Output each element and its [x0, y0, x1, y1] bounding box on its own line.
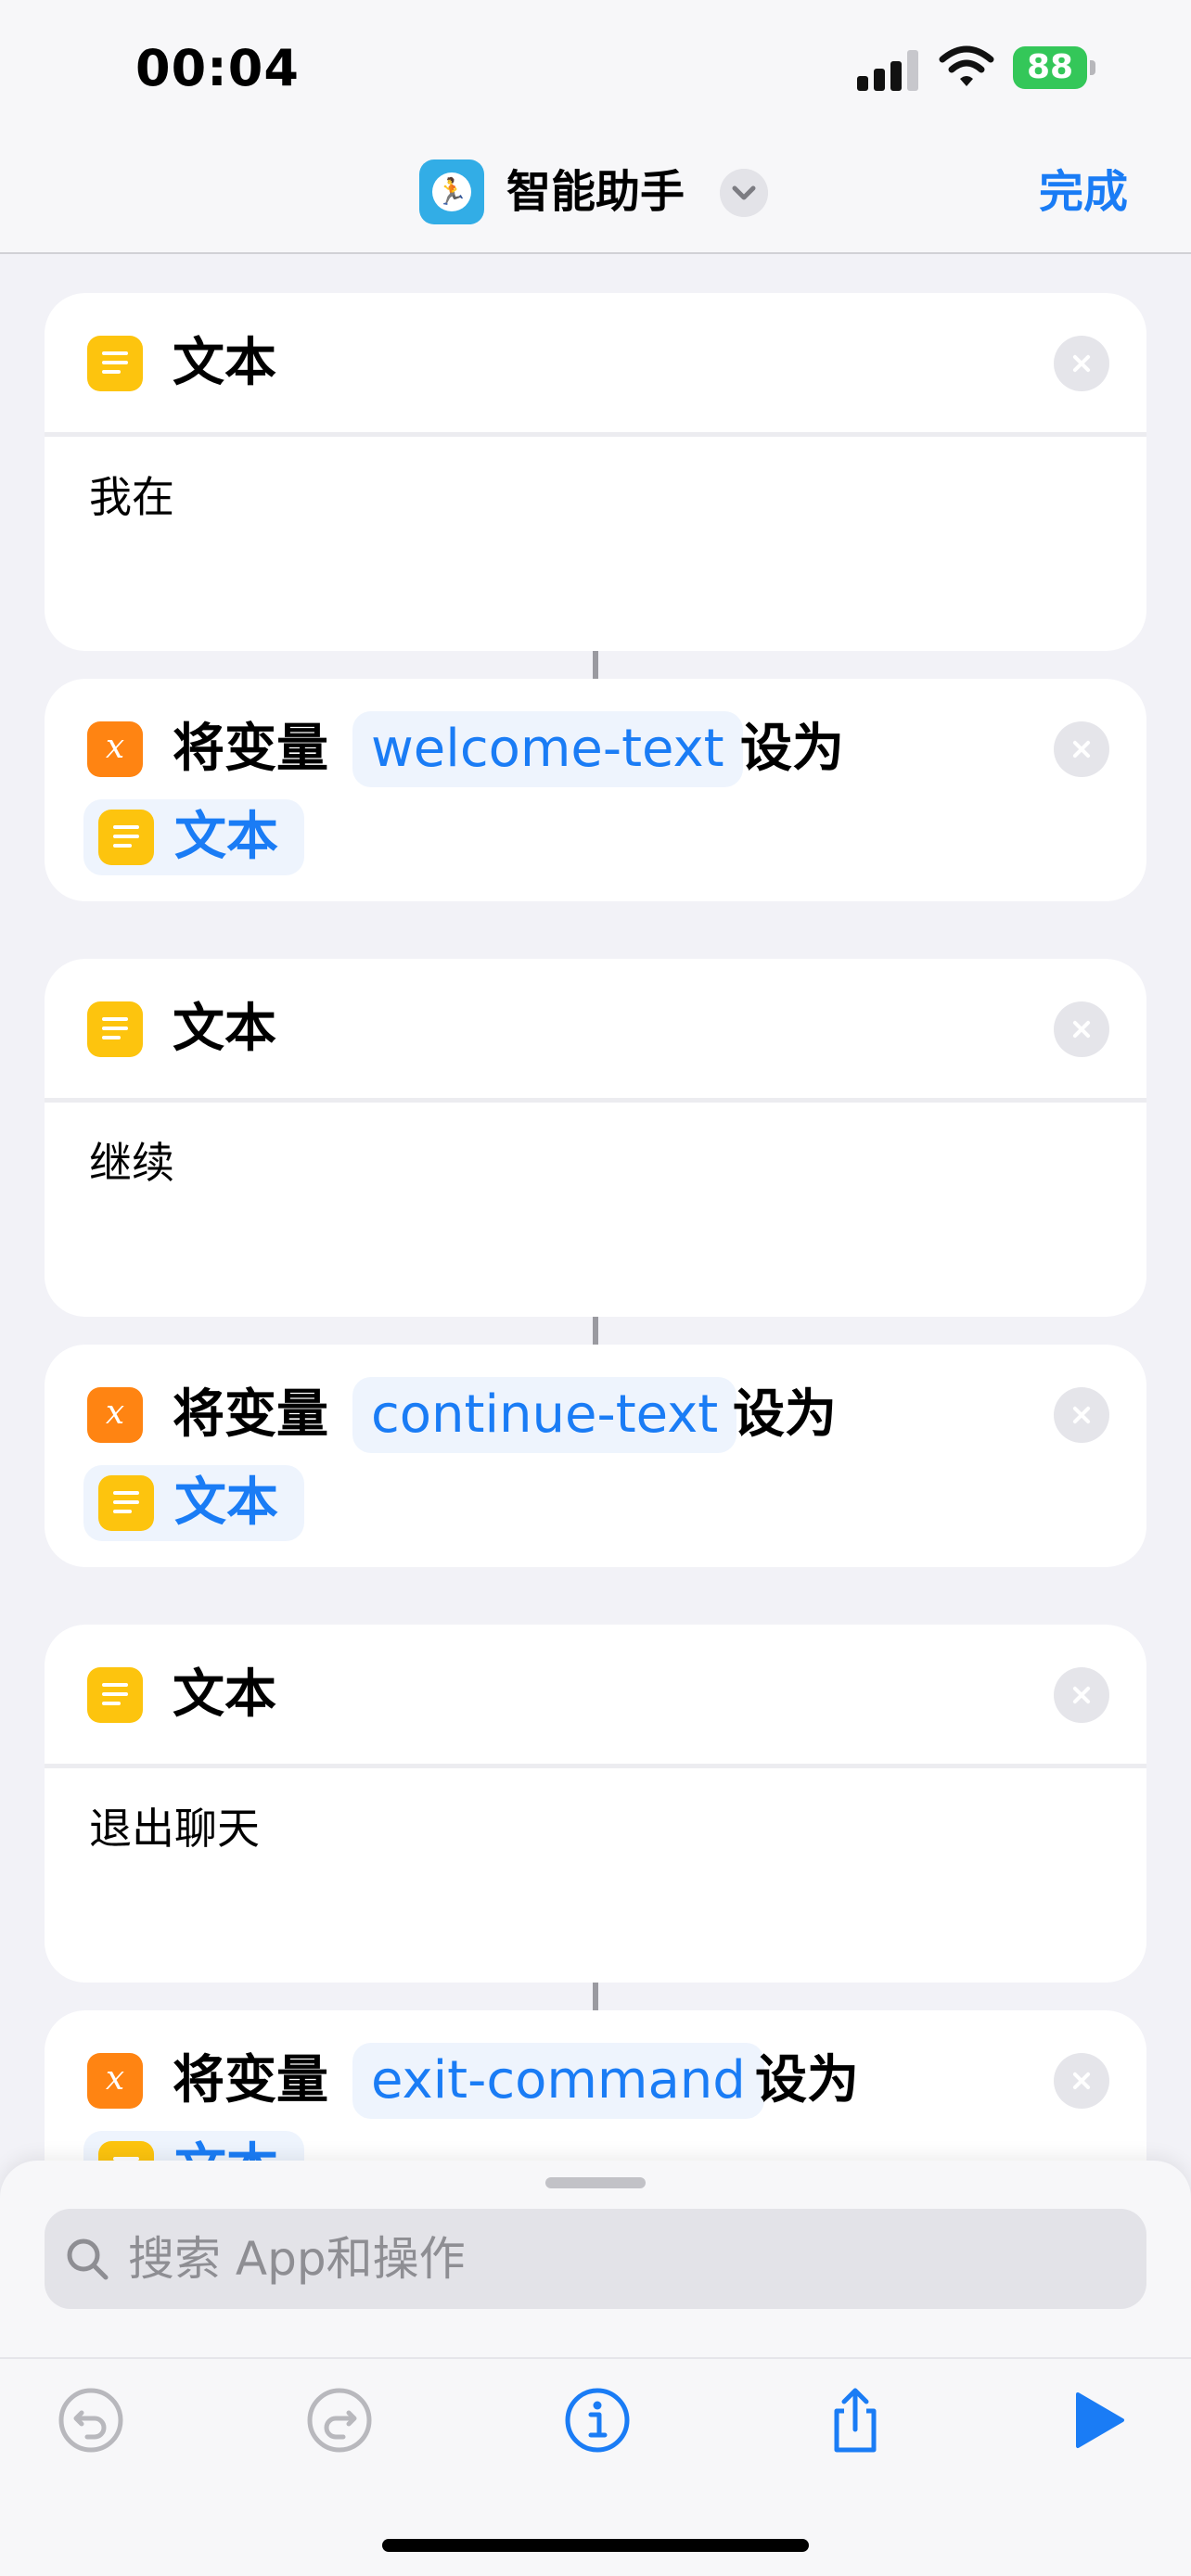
value-token-label: 文本: [174, 807, 278, 867]
redo-icon[interactable]: [304, 2385, 375, 2455]
sheet-grabber[interactable]: [545, 2177, 646, 2188]
variable-x-icon: x: [87, 2053, 143, 2109]
search-field[interactable]: [45, 2209, 1146, 2309]
text-content[interactable]: 继续: [89, 1135, 174, 1191]
text-lines-icon: [98, 1475, 154, 1531]
text-action-card[interactable]: 文本 继续: [45, 959, 1146, 1317]
chevron-down-icon[interactable]: [720, 169, 768, 217]
shortcut-title[interactable]: 智能助手: [506, 163, 685, 221]
set-variable-suffix: 设为: [740, 719, 844, 779]
set-variable-suffix: 设为: [755, 2050, 859, 2111]
undo-icon[interactable]: [56, 2385, 126, 2455]
text-lines-icon: [87, 336, 143, 391]
close-icon[interactable]: [1054, 1667, 1109, 1723]
set-variable-action-card[interactable]: x 将变量 continue-text 设为 文本: [45, 1345, 1146, 1567]
variable-x-icon: x: [87, 1387, 143, 1443]
variable-x-icon: x: [87, 721, 143, 777]
search-icon: [67, 2238, 109, 2280]
battery-level: 88: [1013, 46, 1087, 89]
wifi-icon: [939, 45, 994, 86]
home-indicator: [382, 2539, 809, 2552]
value-token[interactable]: 文本: [83, 799, 304, 875]
text-content[interactable]: 我在: [89, 469, 174, 525]
play-icon[interactable]: [1063, 2385, 1133, 2455]
close-icon[interactable]: [1054, 1387, 1109, 1443]
text-action-card[interactable]: 文本 我在: [45, 293, 1146, 651]
action-title: 文本: [173, 333, 276, 393]
status-time: 00:04: [135, 39, 300, 97]
text-lines-icon: [87, 1001, 143, 1057]
battery-icon: 88: [1013, 46, 1096, 89]
variable-name-token[interactable]: welcome-text: [352, 711, 743, 787]
search-input[interactable]: [128, 2209, 1130, 2309]
variable-name-token[interactable]: continue-text: [352, 1377, 737, 1453]
cellular-signal-icon: [857, 48, 928, 91]
text-lines-icon: [87, 1667, 143, 1723]
running-figure-icon[interactable]: 🏃: [419, 159, 484, 224]
status-bar: 00:04 88: [0, 0, 1191, 139]
set-variable-suffix: 设为: [733, 1384, 837, 1445]
close-icon[interactable]: [1054, 721, 1109, 777]
set-variable-prefix: 将变量: [173, 1384, 328, 1445]
text-content[interactable]: 退出聊天: [89, 1801, 260, 1856]
close-icon[interactable]: [1054, 1001, 1109, 1057]
variable-name-token[interactable]: exit-command: [352, 2043, 764, 2119]
close-icon[interactable]: [1054, 2053, 1109, 2109]
toolbar-divider: [0, 2357, 1191, 2359]
set-variable-prefix: 将变量: [173, 719, 328, 779]
value-token-label: 文本: [174, 1473, 278, 1533]
set-variable-action-card[interactable]: x 将变量 welcome-text 设为 文本: [45, 679, 1146, 901]
text-lines-icon: [98, 810, 154, 865]
close-icon[interactable]: [1054, 336, 1109, 391]
set-variable-prefix: 将变量: [173, 2050, 328, 2111]
text-action-card[interactable]: 文本 退出聊天: [45, 1625, 1146, 1983]
info-icon[interactable]: [562, 2385, 633, 2455]
value-token[interactable]: 文本: [83, 1465, 304, 1541]
share-icon[interactable]: [820, 2385, 890, 2455]
action-title: 文本: [173, 999, 276, 1059]
action-title: 文本: [173, 1664, 276, 1725]
done-button[interactable]: 完成: [1039, 163, 1128, 221]
